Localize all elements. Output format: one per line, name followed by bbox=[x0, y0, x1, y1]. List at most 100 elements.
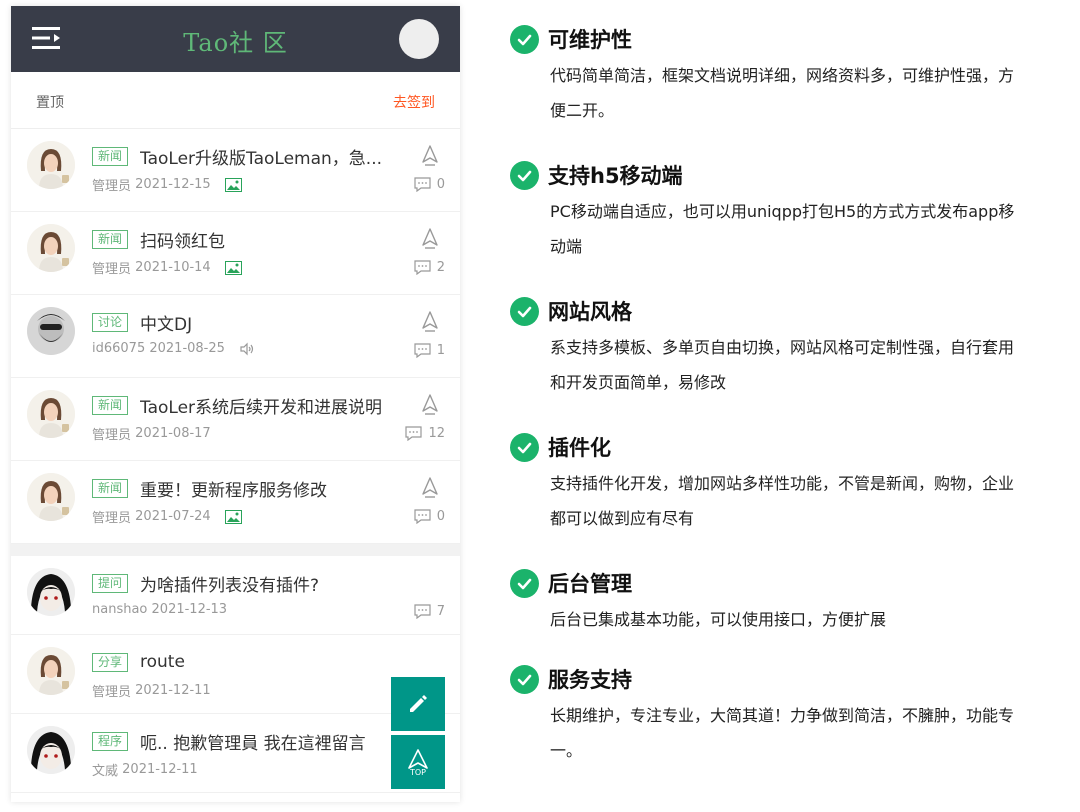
post-category-tag[interactable]: 提问 bbox=[92, 573, 129, 593]
feature-title: 可维护性 bbox=[548, 28, 632, 52]
feature-description: PC移动端自适应，也可以用uniqpp打包H5的方式方式发布app移 动端 bbox=[550, 194, 1076, 264]
post-category-tag[interactable]: 新闻 bbox=[92, 395, 129, 415]
comment-count: 7 bbox=[414, 604, 445, 619]
post-author: 管理员 bbox=[92, 179, 132, 194]
feature-description-line: 便二开。 bbox=[550, 101, 615, 120]
post-title[interactable]: 重要！更新程序服务修改 bbox=[140, 476, 327, 501]
comment-icon bbox=[414, 260, 431, 275]
feature-description-line: 支持插件化开发，增加网站多样性功能，不管是新闻，购物，企业 bbox=[550, 474, 1015, 493]
back-to-top-button[interactable]: TOP bbox=[391, 735, 445, 789]
post-date: 2021-12-11 bbox=[135, 683, 211, 698]
feature-item: 服务支持 长期维护，专注专业，大简其道！力争做到简洁，不臃肿，功能专 一。 bbox=[510, 662, 1076, 768]
post-date: 2021-08-25 bbox=[149, 341, 225, 356]
post-item[interactable]: 新闻 扫码领红包 管理员 2021-10-14 2 bbox=[11, 212, 460, 295]
check-circle-icon bbox=[510, 296, 539, 326]
post-author-avatar[interactable] bbox=[27, 647, 75, 695]
feature-item: 后台管理 后台已集成基本功能，可以使用接口，方便扩展 bbox=[510, 566, 1076, 637]
post-author-avatar[interactable] bbox=[27, 568, 75, 616]
feature-description-line: 和开发页面简单，易修改 bbox=[550, 373, 727, 392]
post-category-tag[interactable]: 分享 bbox=[92, 652, 129, 672]
post-category-tag[interactable]: 讨论 bbox=[92, 312, 129, 332]
post-author: 管理员 bbox=[92, 511, 132, 526]
post-date: 2021-10-14 bbox=[135, 260, 211, 275]
check-circle-icon bbox=[510, 24, 539, 54]
comment-count: 0 bbox=[414, 509, 445, 524]
comment-count-value: 12 bbox=[428, 426, 445, 441]
feature-item: 可维护性 代码简单简洁，框架文档说明详细，网络资料多，可维护性强，方 便二开。 bbox=[510, 22, 1076, 128]
post-category-tag[interactable]: 程序 bbox=[92, 731, 129, 751]
post-author: 文威 bbox=[92, 764, 119, 779]
post-title[interactable]: 为啥插件列表没有插件? bbox=[140, 571, 319, 596]
rocket-icon bbox=[408, 748, 428, 769]
post-author: 管理员 bbox=[92, 685, 132, 700]
feature-description-line: 动端 bbox=[550, 237, 583, 256]
feature-title: 网站风格 bbox=[548, 300, 632, 324]
pencil-icon bbox=[410, 695, 427, 712]
post-author: id66075 bbox=[92, 341, 146, 356]
post-date: 2021-08-17 bbox=[135, 426, 211, 441]
post-title[interactable]: 扫码领红包 bbox=[140, 227, 225, 252]
new-post-button[interactable] bbox=[391, 677, 445, 731]
post-title[interactable]: route bbox=[140, 652, 185, 672]
comment-count-value: 0 bbox=[436, 509, 445, 524]
app-title: Tao社 区 bbox=[183, 29, 288, 57]
post-author-avatar[interactable] bbox=[27, 390, 75, 438]
comment-count: 0 bbox=[414, 177, 445, 192]
back-to-top-label: TOP bbox=[409, 767, 426, 777]
post-item[interactable]: 提问 为啥插件列表没有插件? nanshao 2021-12-13 7 bbox=[11, 556, 460, 635]
check-circle-icon bbox=[510, 432, 539, 462]
user-avatar[interactable] bbox=[399, 19, 439, 59]
comment-count-value: 7 bbox=[436, 604, 445, 619]
post-author-avatar[interactable] bbox=[27, 307, 75, 355]
post-author: 管理员 bbox=[92, 428, 132, 443]
pinned-icon bbox=[420, 310, 440, 332]
section-divider bbox=[11, 544, 460, 556]
pinned-header: 置顶 去签到 bbox=[11, 72, 460, 129]
post-author-avatar[interactable] bbox=[27, 224, 75, 272]
post-author-avatar[interactable] bbox=[27, 473, 75, 521]
check-circle-icon bbox=[510, 664, 539, 694]
post-item[interactable]: 新闻 重要！更新程序服务修改 管理员 2021-07-24 0 bbox=[11, 461, 460, 544]
post-date: 2021-07-24 bbox=[135, 509, 211, 524]
feature-title: 支持h5移动端 bbox=[548, 164, 683, 188]
comment-count-value: 1 bbox=[436, 343, 445, 358]
post-title[interactable]: TaoLer升级版TaoLeman，急... bbox=[140, 144, 382, 169]
comment-icon bbox=[414, 343, 431, 358]
pinned-post-list: 新闻 TaoLer升级版TaoLeman，急... 管理员 2021-12-15 0 新… bbox=[11, 129, 460, 544]
pinned-title: 置顶 bbox=[36, 95, 64, 111]
post-category-tag[interactable]: 新闻 bbox=[92, 229, 129, 249]
image-icon bbox=[224, 509, 242, 524]
comment-icon bbox=[414, 509, 431, 524]
post-category-tag[interactable]: 新闻 bbox=[92, 478, 129, 498]
feature-description: 系支持多模板、多单页自由切换，网站风格可定制性强，自行套用 和开发页面简单，易修改 bbox=[550, 330, 1076, 400]
feature-description: 长期维护，专注专业，大简其道！力争做到简洁，不臃肿，功能专 一。 bbox=[550, 698, 1076, 768]
check-circle-icon bbox=[510, 160, 539, 190]
post-date: 2021-12-13 bbox=[151, 602, 228, 617]
post-title[interactable]: 呃.. 抱歉管理員 我在這裡留言 bbox=[140, 729, 366, 754]
comment-icon bbox=[405, 426, 423, 441]
post-item[interactable]: 新闻 TaoLer系统后续开发和进展说明 管理员 2021-08-17 12 bbox=[11, 378, 460, 461]
post-author: 管理员 bbox=[92, 262, 132, 277]
post-author-avatar[interactable] bbox=[27, 726, 75, 774]
comment-icon bbox=[414, 604, 431, 619]
comment-icon bbox=[414, 177, 431, 192]
post-item[interactable]: 新闻 TaoLer升级版TaoLeman，急... 管理员 2021-12-15 0 bbox=[11, 129, 460, 212]
comment-count-value: 2 bbox=[436, 260, 445, 275]
post-title[interactable]: 中文DJ bbox=[140, 310, 192, 335]
phone-mockup: Tao社 区 置顶 去签到 新闻 TaoLer升级版TaoLeman，急... 管理… bbox=[11, 6, 460, 802]
comment-count-value: 0 bbox=[436, 177, 445, 192]
feature-item: 网站风格系支持多模板、多单页自由切换，网站风格可定制性强，自行套用 和开发页面简单… bbox=[510, 294, 1076, 400]
sign-in-link[interactable]: 去签到 bbox=[393, 92, 435, 112]
post-date: 2021-12-11 bbox=[122, 762, 198, 777]
pinned-icon bbox=[420, 393, 440, 415]
post-title[interactable]: TaoLer系统后续开发和进展说明 bbox=[140, 393, 382, 418]
post-category-tag[interactable]: 新闻 bbox=[92, 146, 129, 166]
feature-description-line: 系支持多模板、多单页自由切换，网站风格可定制性强，自行套用 bbox=[550, 338, 1015, 357]
pinned-icon bbox=[420, 227, 440, 249]
post-author-avatar[interactable] bbox=[27, 141, 75, 189]
feature-description-line: 长期维护，专注专业，大简其道！力争做到简洁，不臃肿，功能专 bbox=[550, 706, 1015, 725]
feature-description-line: 都可以做到应有尽有 bbox=[550, 509, 695, 528]
feature-title: 后台管理 bbox=[548, 572, 632, 596]
feature-item: 插件化 支持插件化开发，增加网站多样性功能，不管是新闻，购物，企业 都可以做到应有尽… bbox=[510, 430, 1076, 536]
post-item[interactable]: 讨论 中文DJ id66075 2021-08-25 1 bbox=[11, 295, 460, 378]
